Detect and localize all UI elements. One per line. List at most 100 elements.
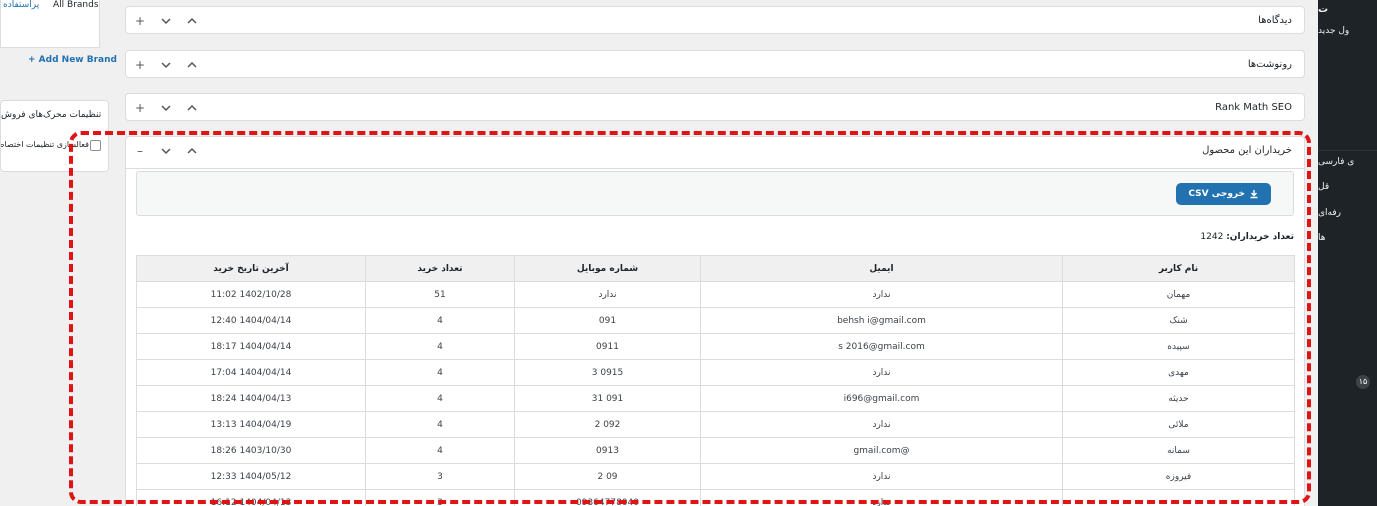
notification-badge: ۱۵ — [1356, 375, 1370, 389]
move-up-icon[interactable] — [184, 13, 200, 29]
panel-title: رونوشت‌ها — [1247, 59, 1292, 70]
cell-email: ندارد — [700, 281, 1063, 308]
cell-mobile: 091 31 — [514, 385, 701, 412]
cell-user: حدیثه — [1062, 385, 1295, 412]
sidebar-item[interactable]: ها — [1318, 233, 1377, 243]
cell-mobile: 09364778040 — [514, 489, 701, 506]
cell-email: s 2016@gmail.com — [700, 333, 1063, 360]
cell-last-date: 1404/04/14 12:40 — [136, 307, 366, 334]
move-up-icon[interactable] — [184, 100, 200, 116]
cell-last-date: 1404/04/14 18:17 — [136, 333, 366, 360]
panel-header: خریداران این محصول – — [126, 137, 1304, 169]
collapse-icon[interactable]: – — [132, 143, 148, 159]
sidebar-item[interactable]: قل — [1318, 182, 1377, 192]
table-row: ندارد 09364778040 3 1404/04/13 16:12 — [136, 489, 1295, 506]
panel-header: رونوشت‌ها + — [126, 51, 1304, 81]
cell-last-date: 1403/10/30 18:26 — [136, 437, 366, 464]
cell-email: ندارد — [700, 489, 1063, 506]
table-row: سپیده s 2016@gmail.com 0911 4 1404/04/14 18:… — [136, 333, 1295, 360]
cell-count: 51 — [365, 281, 515, 308]
move-down-icon[interactable] — [158, 100, 174, 116]
buyer-count-label: تعداد خریداران: — [1226, 232, 1294, 242]
sales-drivers-title: تنظیمات محرک‌های فروش — [1, 110, 102, 120]
table-row: مهمان ندارد ندارد 51 1402/10/28 11:02 — [136, 281, 1295, 308]
cell-email: i696@gmail.com — [700, 385, 1063, 412]
column-header-last-date: آخرین تاریخ خرید — [136, 255, 366, 282]
cell-user: سمانه — [1062, 437, 1295, 464]
table-row: فیروزه ندارد 09 2 3 1404/05/12 12:33 — [136, 463, 1295, 490]
cell-count: 4 — [365, 333, 515, 360]
move-up-icon[interactable] — [184, 143, 200, 159]
move-up-icon[interactable] — [184, 57, 200, 73]
cell-mobile: 0913 — [514, 437, 701, 464]
cell-mobile: 0911 — [514, 333, 701, 360]
cell-mobile: 092 2 — [514, 411, 701, 438]
panel-title: دیدگاه‌ها — [1258, 15, 1292, 26]
tab-all-brands[interactable]: All Brands — [53, 0, 99, 12]
cell-last-date: 1404/04/19 13:13 — [136, 411, 366, 438]
cell-user — [1062, 489, 1295, 506]
column-header-email: ایمیل — [700, 255, 1063, 282]
move-down-icon[interactable] — [158, 57, 174, 73]
product-buyers-panel: خریداران این محصول – خروجی CSV تعداد خری… — [125, 136, 1305, 506]
table-row: ملائی ندارد 092 2 4 1404/04/19 13:13 — [136, 411, 1295, 438]
sidebar-item[interactable]: ول جدید — [1318, 26, 1377, 36]
cell-count: 4 — [365, 411, 515, 438]
column-header-user: نام کاربر — [1062, 255, 1295, 282]
panel-title: خریداران این محصول — [1202, 145, 1292, 156]
admin-sidebar: ت ول جدید ی فارسی قل رفه‌ای ها ۱۵ — [1318, 0, 1377, 506]
cell-last-date: 1404/05/12 12:33 — [136, 463, 366, 490]
cell-mobile: ندارد — [514, 281, 701, 308]
cell-last-date: 1404/04/13 18:24 — [136, 385, 366, 412]
panel-title: Rank Math SEO — [1215, 102, 1292, 113]
buyer-count: تعداد خریداران: 1242 — [1200, 232, 1294, 242]
move-down-icon[interactable] — [158, 143, 174, 159]
table-row: حدیثه i696@gmail.com 091 31 4 1404/04/13 18:… — [136, 385, 1295, 412]
move-down-icon[interactable] — [158, 13, 174, 29]
cell-user: فیروزه — [1062, 463, 1295, 490]
cell-mobile: 091 — [514, 307, 701, 334]
brands-box: All Brands پراستفاده — [0, 0, 100, 48]
cell-count: 3 — [365, 463, 515, 490]
export-csv-label: خروجی CSV — [1188, 189, 1245, 199]
cell-count: 3 — [365, 489, 515, 506]
table-header-row: نام کاربر ایمیل شماره موبایل تعداد خرید … — [136, 255, 1295, 282]
table-row: شنک behsh i@gmail.com 091 4 1404/04/14 12:40 — [136, 307, 1295, 334]
add-new-brand-link[interactable]: + Add New Brand — [28, 55, 117, 65]
cell-user: ملائی — [1062, 411, 1295, 438]
sidebar-divider — [1318, 150, 1377, 151]
cell-mobile: 09 2 — [514, 463, 701, 490]
cell-user: سپیده — [1062, 333, 1295, 360]
cell-user: شنک — [1062, 307, 1295, 334]
cell-count: 4 — [365, 307, 515, 334]
cell-email: @gmail.com — [700, 437, 1063, 464]
sidebar-item[interactable]: ت — [1318, 4, 1377, 15]
custom-settings-checkbox[interactable] — [90, 140, 101, 151]
expand-icon[interactable]: + — [132, 100, 148, 116]
custom-settings-label: فعالسازی تنظیمات اختصاصی — [1, 140, 89, 149]
sidebar-item[interactable]: ی فارسی — [1318, 157, 1377, 167]
cell-last-date: 1404/04/13 16:12 — [136, 489, 366, 506]
cell-last-date: 1404/04/14 17:04 — [136, 359, 366, 386]
cell-count: 4 — [365, 385, 515, 412]
custom-settings-row: فعالسازی تنظیمات اختصاصی — [1, 139, 109, 153]
cell-email: ندارد — [700, 359, 1063, 386]
rank-math-seo-panel: Rank Math SEO + — [125, 93, 1305, 121]
export-csv-button[interactable]: خروجی CSV — [1176, 183, 1271, 205]
cell-email: ندارد — [700, 411, 1063, 438]
export-bar: خروجی CSV — [136, 171, 1294, 216]
cell-last-date: 1402/10/28 11:02 — [136, 281, 366, 308]
column-header-count: تعداد خرید — [365, 255, 515, 282]
tab-most-used-brands[interactable]: پراستفاده — [3, 0, 39, 12]
cell-email: ندارد — [700, 463, 1063, 490]
expand-icon[interactable]: + — [132, 57, 148, 73]
cell-count: 4 — [365, 437, 515, 464]
buyer-count-value: 1242 — [1200, 232, 1224, 242]
sidebar-item[interactable]: رفه‌ای — [1318, 208, 1377, 218]
panel-header: Rank Math SEO + — [126, 94, 1304, 124]
download-icon — [1250, 190, 1258, 199]
expand-icon[interactable]: + — [132, 13, 148, 29]
cell-mobile: 0915 3 — [514, 359, 701, 386]
cell-user: مهمان — [1062, 281, 1295, 308]
cell-count: 4 — [365, 359, 515, 386]
